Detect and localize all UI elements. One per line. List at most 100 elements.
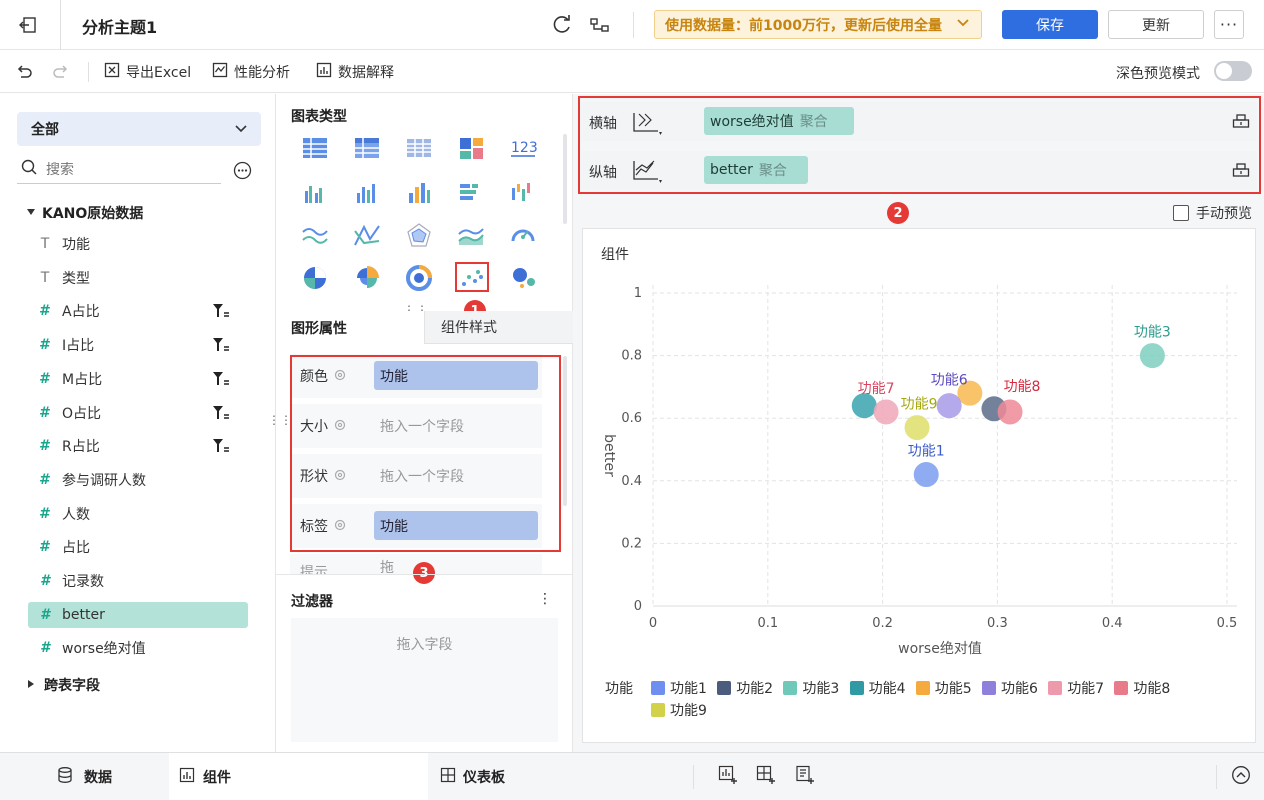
scatter-point[interactable] — [904, 415, 930, 441]
rose-chart-icon[interactable] — [350, 262, 384, 292]
filter-icon[interactable] — [212, 371, 230, 391]
legend-item[interactable]: 功能8 — [1114, 678, 1170, 698]
tab-component[interactable]: 组件 — [169, 753, 428, 800]
add-dashboard-icon[interactable] — [756, 765, 776, 789]
stacked-bar-icon[interactable] — [350, 178, 384, 208]
caret-right-icon — [26, 677, 36, 693]
field-item[interactable]: # 占比 — [36, 534, 256, 560]
legend-swatch — [783, 681, 798, 695]
scatter-chart-icon[interactable] — [455, 262, 489, 292]
search-input[interactable] — [46, 161, 196, 178]
data-volume-notice[interactable]: 使用数据量：前1000万行，更新后使用全量 — [654, 10, 982, 39]
filter-icon[interactable] — [212, 405, 230, 425]
multi-line-icon[interactable] — [350, 220, 384, 250]
performance-analysis-button[interactable]: 性能分析 — [212, 62, 290, 82]
tab-component-style[interactable]: 组件样式 — [424, 311, 573, 344]
scatter-point[interactable] — [1139, 343, 1165, 369]
filter-icon[interactable] — [212, 438, 230, 458]
point-label: 功能3 — [1134, 325, 1171, 341]
legend-item[interactable]: 功能9 — [651, 700, 707, 720]
scatter-point[interactable] — [997, 399, 1023, 425]
data-explain-button[interactable]: 数据解释 — [316, 62, 394, 82]
caret-down-icon — [26, 205, 36, 221]
search-field[interactable] — [17, 156, 221, 184]
excel-icon — [104, 62, 120, 82]
redo-icon[interactable] — [52, 62, 70, 84]
field-item[interactable]: # worse绝对值 — [36, 635, 256, 661]
tip-drop-zone[interactable]: 拖 — [380, 557, 394, 574]
point-label: 功能1 — [908, 444, 945, 460]
line-chart-icon[interactable] — [298, 220, 332, 250]
area-chart-icon[interactable] — [454, 220, 488, 250]
filter-more-icon[interactable]: ⋮ — [538, 591, 552, 607]
bubble-chart-icon[interactable] — [506, 262, 540, 292]
field-item[interactable]: T 功能 — [36, 231, 256, 257]
cross-fields-group[interactable]: 跨表字段 — [26, 675, 100, 695]
radar-chart-icon[interactable] — [402, 220, 436, 250]
legend-item[interactable]: 功能5 — [915, 678, 972, 698]
field-item[interactable]: # R占比 — [36, 433, 256, 459]
scatter-point[interactable] — [936, 393, 962, 419]
back-icon[interactable] — [18, 15, 40, 35]
collapse-up-icon[interactable] — [1231, 765, 1251, 789]
number-type-icon: # — [39, 303, 51, 320]
undo-icon[interactable] — [15, 62, 33, 84]
treemap-icon[interactable] — [454, 133, 488, 163]
scope-select[interactable]: 全部 — [17, 112, 261, 146]
update-button[interactable]: 更新 — [1108, 10, 1204, 39]
checkbox-icon — [1173, 205, 1189, 221]
group-title: KANO原始数据 — [42, 206, 144, 222]
field-item[interactable]: # I占比 — [36, 332, 256, 358]
field-item[interactable]: T 类型 — [36, 265, 256, 291]
table-chart-icon[interactable] — [298, 133, 332, 163]
horizontal-bar-icon[interactable] — [454, 178, 488, 208]
toolbar: 导出Excel 性能分析 数据解释 深色预览模式 — [0, 50, 1264, 93]
manual-preview-checkbox[interactable]: 手动预览 — [1173, 203, 1252, 223]
waterfall-icon[interactable] — [506, 178, 540, 208]
number-type-icon: # — [39, 471, 51, 488]
link-icon[interactable] — [589, 14, 611, 36]
gauge-icon[interactable] — [506, 220, 540, 250]
tab-graph-props[interactable]: 图形属性 — [276, 311, 424, 344]
more-options-icon[interactable] — [233, 161, 252, 184]
scatter-point[interactable] — [913, 462, 939, 488]
panel-resize-handle[interactable]: ⋮⋮ — [268, 413, 292, 427]
add-report-icon[interactable] — [795, 765, 815, 789]
field-item[interactable]: # 参与调研人数 — [36, 467, 256, 493]
legend-item[interactable]: 功能1 — [651, 678, 707, 698]
detail-table-icon[interactable] — [402, 133, 436, 163]
cross-table-icon[interactable] — [350, 133, 384, 163]
column-icon[interactable] — [402, 178, 436, 208]
legend-item[interactable]: 功能6 — [982, 678, 1038, 698]
field-item[interactable]: # 记录数 — [36, 568, 256, 594]
field-item[interactable]: # A占比 — [36, 298, 256, 324]
legend-item[interactable]: 功能3 — [783, 678, 839, 698]
field-item[interactable]: # 人数 — [36, 501, 256, 527]
field-item[interactable]: # O占比 — [36, 400, 256, 426]
tab-data[interactable]: 数据 — [0, 753, 168, 800]
scatter-point[interactable] — [873, 399, 899, 425]
save-button[interactable]: 保存 — [1002, 10, 1098, 39]
legend-item[interactable]: 功能4 — [849, 678, 906, 698]
kpi-number-icon[interactable]: 123 — [506, 133, 540, 163]
legend-item[interactable]: 功能7 — [1048, 678, 1104, 698]
ring-chart-icon[interactable] — [402, 262, 436, 292]
dark-preview-toggle[interactable] — [1214, 61, 1252, 81]
more-menu-button[interactable]: ··· — [1214, 10, 1244, 39]
pie-chart-icon[interactable] — [298, 262, 332, 292]
grouped-bar-icon[interactable] — [298, 178, 332, 208]
legend-item[interactable]: 功能2 — [717, 678, 773, 698]
filter-icon[interactable] — [212, 337, 230, 357]
perf-label: 性能分析 — [234, 65, 290, 81]
field-item[interactable]: # M占比 — [36, 366, 256, 392]
add-component-icon[interactable] — [718, 765, 738, 789]
group-header[interactable]: KANO原始数据 — [26, 203, 143, 223]
export-excel-button[interactable]: 导出Excel — [104, 62, 191, 82]
step-badge-2: 2 — [887, 202, 909, 224]
filter-drop-zone[interactable]: 拖入字段 — [291, 618, 558, 742]
x-axis-title: worse绝对值 — [898, 641, 982, 657]
field-item[interactable]: # better — [28, 601, 248, 628]
tab-dashboard[interactable]: 仪表板 — [440, 753, 550, 800]
filter-icon[interactable] — [212, 303, 230, 323]
refresh-icon[interactable] — [551, 14, 573, 36]
